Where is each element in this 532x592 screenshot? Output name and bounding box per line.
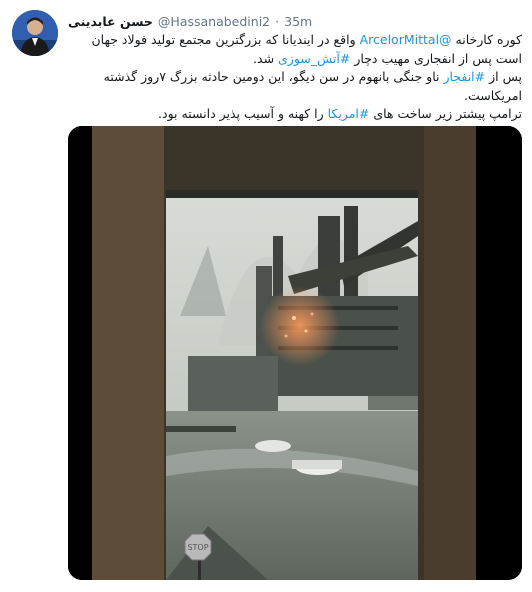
tweet-line-2: است پس از انفجاری مهیب دچار #آتش_سوزی شد… bbox=[68, 50, 522, 69]
text-segment: کوره کارخانه bbox=[451, 32, 522, 47]
tweet-line-1: کوره کارخانه @ArcelorMittal واقع در ایند… bbox=[68, 31, 522, 50]
stop-sign-text: STOP bbox=[187, 543, 208, 552]
tweet-text: کوره کارخانه @ArcelorMittal واقع در ایند… bbox=[68, 31, 522, 124]
tweet-header: حسن عابدینی @Hassanabedini2 · 35m bbox=[68, 12, 312, 30]
text-segment: واقع در ایندیانا که بزرگترین مجتمع تولید… bbox=[91, 32, 360, 47]
tweet-line-3: پس از #انفجار ناو جنگی بانهوم در سن دیگو… bbox=[68, 68, 522, 87]
mention-link[interactable]: @ArcelorMittal bbox=[360, 32, 452, 47]
hashtag-link[interactable]: #انفجار bbox=[443, 69, 485, 84]
video-frame: STOP bbox=[68, 126, 522, 580]
text-segment: پس از bbox=[485, 69, 522, 85]
tweet-card[interactable]: حسن عابدینی @Hassanabedini2 · 35m کوره ک… bbox=[0, 0, 532, 592]
tweet-line-5: ترامپ پیشتر زیر ساخت های #امریکا را کهنه… bbox=[68, 105, 522, 124]
video-scene: STOP bbox=[166, 190, 418, 580]
text-segment: است پس از انفجاری مهیب دچار bbox=[350, 50, 522, 66]
text-segment: را کهنه و آسیب پذیر دانسته بود. bbox=[158, 106, 328, 122]
hashtag-link[interactable]: #امریکا bbox=[328, 106, 370, 121]
hashtag-link[interactable]: #آتش_سوزی bbox=[278, 51, 350, 66]
tweet-line-4: امریکاست. bbox=[464, 87, 522, 103]
timestamp[interactable]: 35m bbox=[284, 14, 312, 29]
avatar[interactable] bbox=[12, 10, 58, 56]
author-handle[interactable]: @Hassanabedini2 bbox=[158, 14, 270, 29]
avatar-image bbox=[12, 10, 58, 56]
separator-dot: · bbox=[275, 13, 280, 29]
author-name[interactable]: حسن عابدینی bbox=[68, 14, 153, 29]
text-segment: ترامپ پیشتر زیر ساخت های bbox=[369, 106, 522, 122]
video-player[interactable]: STOP bbox=[68, 126, 522, 580]
text-segment: ناو جنگی بانهوم در سن دیگو، این دومین حا… bbox=[103, 69, 444, 85]
text-segment: شد. bbox=[253, 50, 279, 66]
